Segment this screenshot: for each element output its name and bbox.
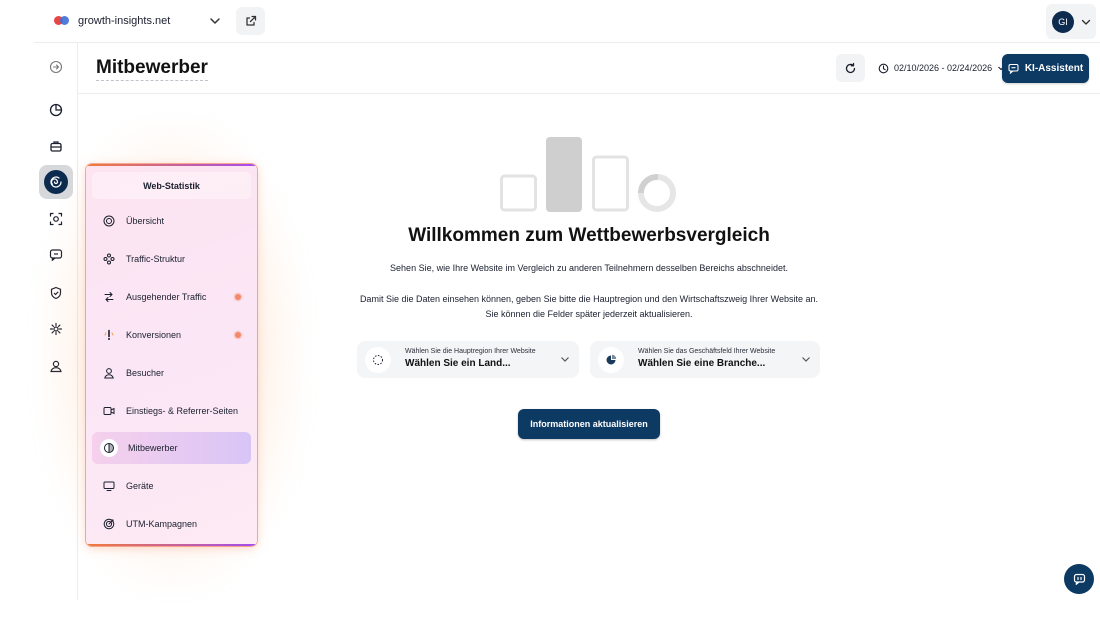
chevron-down-icon bbox=[1081, 19, 1091, 25]
expand-icon bbox=[49, 60, 63, 74]
region-select-caption: Wählen Sie die Hauptregion Ihrer Website bbox=[405, 348, 536, 355]
date-range-label: 02/10/2026 - 02/24/2026 bbox=[894, 63, 993, 73]
industry-select-caption: Wählen Sie das Geschäftsfeld Ihrer Websi… bbox=[638, 348, 776, 355]
ai-assistant-label: KI-Assistent bbox=[1024, 63, 1084, 74]
avatar: GI bbox=[1052, 10, 1074, 33]
chevron-down-icon bbox=[802, 357, 810, 362]
submenu-item-label: Konversionen bbox=[126, 330, 182, 340]
notification-badge bbox=[235, 332, 241, 338]
support-chat-button[interactable] bbox=[1064, 564, 1094, 594]
submenu-item-overview[interactable]: Übersicht bbox=[92, 205, 251, 237]
conversion-icon bbox=[102, 328, 116, 342]
submenu-item-label: Übersicht bbox=[126, 216, 165, 226]
page-header: Mitbewerber 02/10/2026 - 02/24/2026 KI-A… bbox=[78, 43, 1100, 94]
entry-pages-icon bbox=[102, 404, 116, 418]
chevron-down-icon[interactable] bbox=[208, 14, 222, 28]
outgoing-icon bbox=[102, 290, 116, 304]
open-external-button[interactable] bbox=[236, 7, 265, 35]
submenu-item-conversions[interactable]: Konversionen bbox=[92, 319, 251, 351]
submenu-item-visitors[interactable]: Besucher bbox=[92, 357, 251, 389]
web-statistics-submenu: Web-Statistik Übersicht Traffic-Struktur… bbox=[86, 164, 257, 546]
campaign-icon bbox=[102, 517, 116, 531]
monitor-icon bbox=[102, 479, 116, 493]
refresh-icon bbox=[845, 62, 856, 73]
network-icon bbox=[102, 252, 116, 266]
update-information-button[interactable]: Informationen aktualisieren bbox=[518, 409, 660, 439]
user-icon bbox=[102, 366, 116, 380]
region-select[interactable]: Wählen Sie die Hauptregion Ihrer Website… bbox=[357, 341, 579, 378]
site-logo-icon bbox=[54, 15, 70, 27]
industry-chart-icon bbox=[598, 347, 624, 373]
sidebar-item-dashboard[interactable] bbox=[46, 100, 66, 120]
pie-chart-icon bbox=[49, 103, 63, 117]
target-icon bbox=[102, 214, 116, 228]
comparison-illustration-icon bbox=[500, 137, 676, 212]
site-selector[interactable]: growth-insights.net bbox=[54, 10, 170, 32]
notification-badge bbox=[235, 294, 241, 300]
competitor-icon bbox=[100, 439, 118, 457]
region-loading-icon bbox=[365, 347, 391, 373]
submenu-item-label: UTM-Kampagnen bbox=[126, 519, 198, 529]
chevron-down-icon bbox=[561, 357, 569, 362]
submenu-heading: Web-Statistik bbox=[92, 172, 251, 199]
collapse-sidebar-button[interactable] bbox=[46, 57, 66, 77]
ai-assistant-button[interactable]: KI-Assistent bbox=[1002, 54, 1089, 83]
industry-select-value: Wählen Sie eine Branche... bbox=[638, 358, 766, 369]
date-range-picker[interactable]: 02/10/2026 - 02/24/2026 bbox=[878, 60, 1005, 76]
clock-icon bbox=[878, 63, 889, 73]
submenu-item-label: Mitbewerber bbox=[128, 443, 178, 453]
industry-select[interactable]: Wählen Sie das Geschäftsfeld Ihrer Websi… bbox=[590, 341, 820, 378]
page-title: Mitbewerber bbox=[96, 57, 208, 81]
submenu-item-devices[interactable]: Geräte bbox=[92, 470, 251, 502]
submenu-item-entry-referrer-pages[interactable]: Einstiegs- & Referrer-Seiten bbox=[92, 395, 251, 427]
submenu-item-outgoing-traffic[interactable]: Ausgehender Traffic bbox=[92, 281, 251, 313]
region-select-value: Wählen Sie ein Land... bbox=[405, 358, 511, 369]
submenu-item-label: Geräte bbox=[126, 481, 154, 491]
submenu-item-label: Ausgehender Traffic bbox=[126, 292, 207, 302]
submenu-item-label: Einstiegs- & Referrer-Seiten bbox=[126, 406, 239, 416]
submenu-item-competitors[interactable]: Mitbewerber bbox=[92, 432, 251, 464]
chat-bubble-icon bbox=[1008, 63, 1019, 74]
submenu-item-label: Besucher bbox=[126, 368, 165, 378]
site-name: growth-insights.net bbox=[78, 15, 171, 27]
user-menu-button[interactable]: GI bbox=[1046, 4, 1096, 39]
top-bar: growth-insights.net GI bbox=[34, 0, 1100, 43]
submenu-item-traffic-structure[interactable]: Traffic-Struktur bbox=[92, 243, 251, 275]
submenu-item-utm-campaigns[interactable]: UTM-Kampagnen bbox=[92, 508, 251, 540]
submenu-item-label: Traffic-Struktur bbox=[126, 254, 186, 264]
refresh-button[interactable] bbox=[836, 54, 865, 82]
chat-icon bbox=[1073, 573, 1085, 585]
external-link-icon bbox=[245, 15, 256, 26]
